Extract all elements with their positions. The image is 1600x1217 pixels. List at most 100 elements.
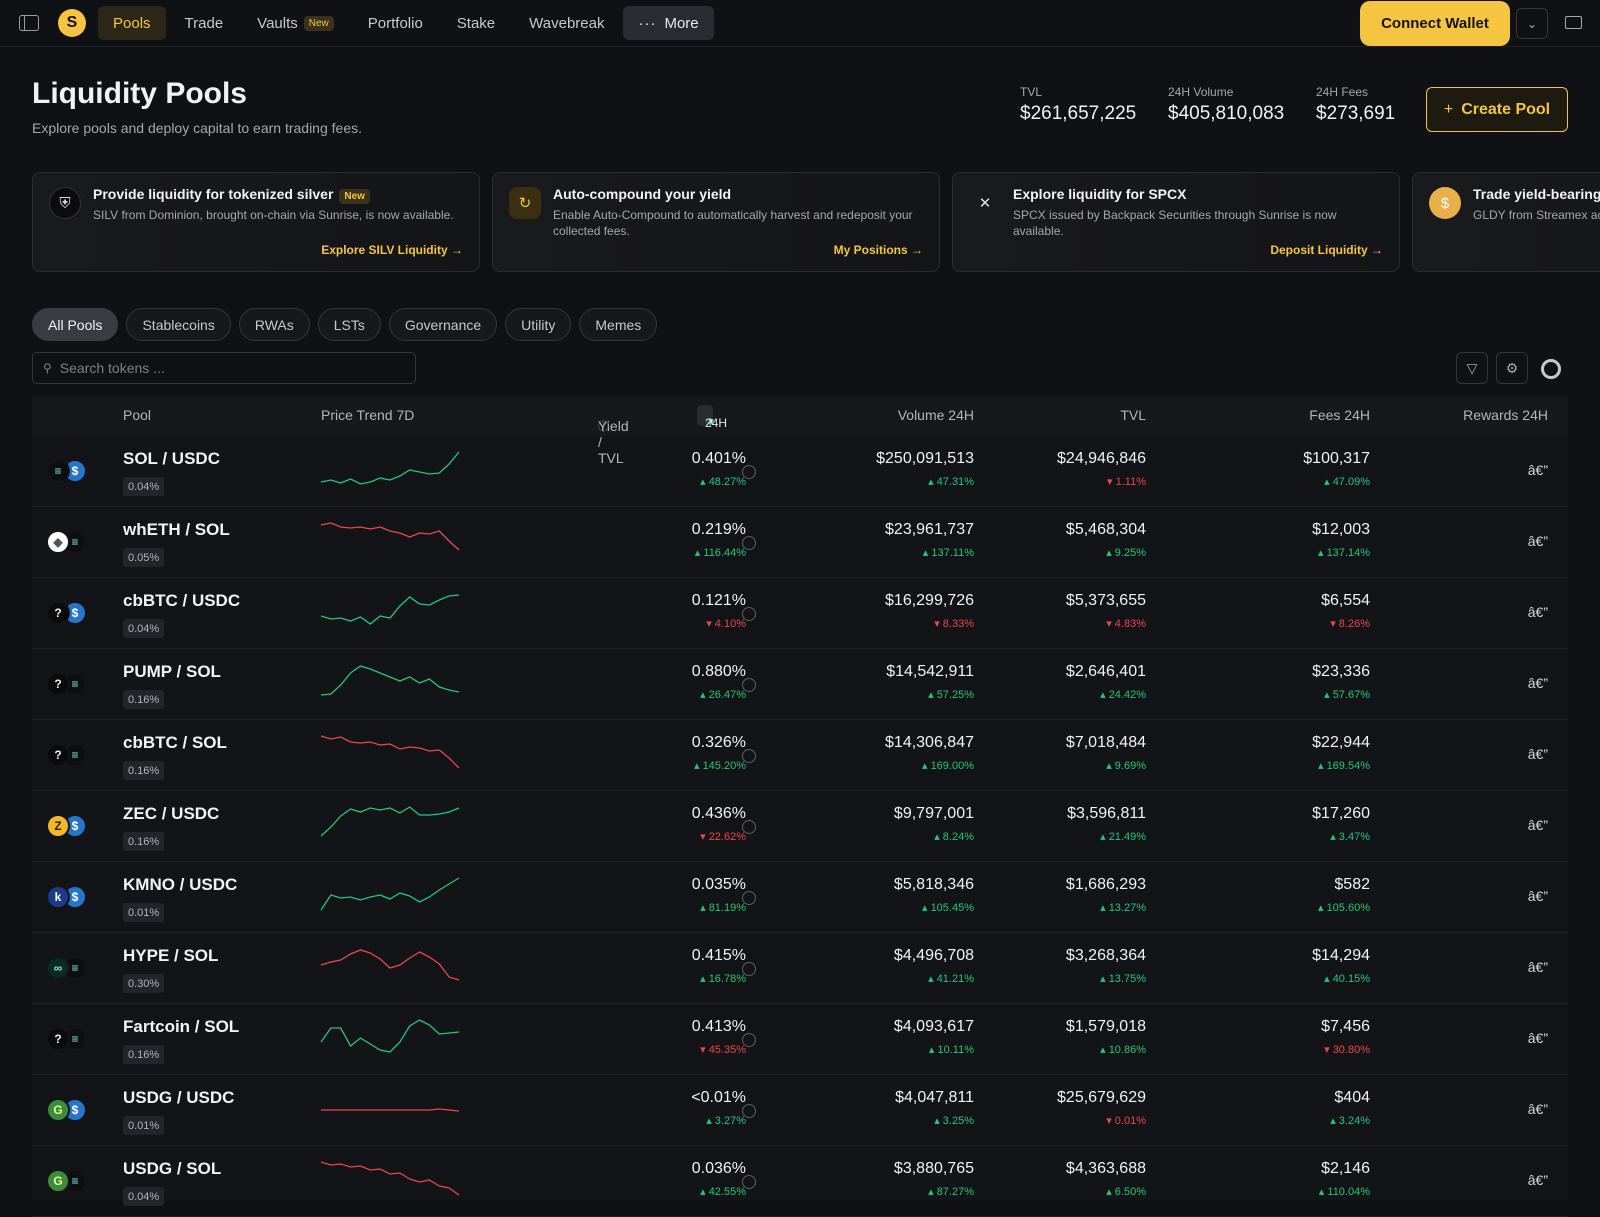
- promo-link[interactable]: My Positions →: [834, 243, 923, 257]
- pool-pair[interactable]: KMNO / USDC: [123, 875, 237, 895]
- volume-value: $4,093,617: [894, 1018, 974, 1036]
- filter-icon[interactable]: ▽: [1456, 352, 1488, 384]
- fees-value: $7,456: [1321, 1018, 1370, 1036]
- pool-pair[interactable]: whETH / SOL: [123, 520, 230, 540]
- search-input[interactable]: [60, 360, 360, 376]
- token-usdg-icon: G: [46, 1169, 70, 1193]
- create-pool-button[interactable]: +Create Pool: [1426, 87, 1568, 132]
- table-row[interactable]: Z$ZEC / USDC0.16%0.436%▾ 22.62%$9,797,00…: [32, 791, 1568, 862]
- volume-change: ▴ 41.21%: [928, 972, 974, 985]
- table-row[interactable]: ?≡Fartcoin / SOL0.16%0.413%▾ 45.35%$4,09…: [32, 1004, 1568, 1075]
- promo-link-label: My Positions: [834, 243, 908, 257]
- arrow-up-icon: ▴: [1106, 547, 1112, 559]
- col-rewards[interactable]: Rewards 24H: [1463, 407, 1548, 423]
- yield-info-circle-icon[interactable]: [742, 891, 756, 905]
- fees-value: $582: [1334, 876, 1370, 894]
- arrow-up-icon: ▴: [700, 973, 706, 985]
- nav-stake[interactable]: Stake: [442, 6, 510, 40]
- pool-pair[interactable]: Fartcoin / SOL: [123, 1017, 239, 1037]
- col-tvl[interactable]: TVL: [1120, 407, 1146, 423]
- promo-card-gldy[interactable]: $ Trade yield-bearing GLDY from Streamex…: [1412, 172, 1600, 272]
- filter-governance[interactable]: Governance: [389, 308, 497, 341]
- table-row[interactable]: ◆≡whETH / SOL0.05%0.219%▴ 116.44%$23,961…: [32, 507, 1568, 578]
- timeframe-select[interactable]: ⚘24H▾: [697, 405, 713, 426]
- table-row[interactable]: ?≡PUMP / SOL0.16%0.880%▴ 26.47%$14,542,9…: [32, 649, 1568, 720]
- yield-info-circle-icon[interactable]: [742, 1033, 756, 1047]
- promo-link[interactable]: Explore SILV Liquidity →: [321, 243, 463, 257]
- pool-pair[interactable]: USDG / SOL: [123, 1159, 221, 1179]
- table-row[interactable]: k$KMNO / USDC0.01%0.035%▴ 81.19%$5,818,3…: [32, 862, 1568, 933]
- pool-pair[interactable]: USDG / USDC: [123, 1088, 234, 1108]
- nav-vaults[interactable]: VaultsNew: [242, 6, 349, 40]
- promo-title: Explore liquidity for SPCX: [1013, 186, 1186, 202]
- col-fees[interactable]: Fees 24H: [1309, 407, 1370, 423]
- nav-portfolio[interactable]: Portfolio: [353, 6, 438, 40]
- nav-pools[interactable]: Pools: [98, 6, 166, 40]
- table-row[interactable]: ?$cbBTC / USDC0.04%0.121%▾ 4.10%$16,299,…: [32, 578, 1568, 649]
- app-logo[interactable]: S: [58, 9, 86, 37]
- top-nav: S Pools Trade VaultsNew Portfolio Stake …: [0, 0, 1600, 47]
- table-row[interactable]: ∞≡HYPE / SOL0.30%0.415%▴ 16.78%$4,496,70…: [32, 933, 1568, 1004]
- promo-card-silv[interactable]: ⛨ Provide liquidity for tokenized silver…: [32, 172, 480, 272]
- filter-rwas[interactable]: RWAs: [239, 308, 310, 341]
- sidebar-toggle-icon[interactable]: [19, 15, 39, 31]
- yield-change: ▴ 116.44%: [695, 546, 746, 559]
- mail-icon[interactable]: [1565, 16, 1582, 29]
- yield-info-circle-icon[interactable]: [742, 465, 756, 479]
- arrow-up-icon: ▴: [928, 1186, 934, 1198]
- nav-more-button[interactable]: ···More: [623, 6, 713, 40]
- filter-memes[interactable]: Memes: [579, 308, 657, 341]
- stat-label: 24H Fees: [1316, 85, 1395, 99]
- yield-info-circle-icon[interactable]: [742, 1175, 756, 1189]
- promo-link[interactable]: Deposit Liquidity →: [1270, 243, 1383, 257]
- table-row[interactable]: G$USDG / USDC0.01%<0.01%▴ 3.27%$4,047,81…: [32, 1075, 1568, 1146]
- yield-info-circle-icon[interactable]: [742, 678, 756, 692]
- filter-all-pools[interactable]: All Pools: [32, 308, 118, 341]
- arrow-down-icon: ▾: [1107, 476, 1113, 488]
- filter-lsts[interactable]: LSTs: [318, 308, 381, 341]
- fees-value: $17,260: [1312, 805, 1370, 823]
- filter-utility[interactable]: Utility: [505, 308, 571, 341]
- yield-info-circle-icon[interactable]: [742, 536, 756, 550]
- yield-info-circle-icon[interactable]: [742, 1104, 756, 1118]
- chevron-down-icon[interactable]: ⌄: [1516, 8, 1548, 39]
- promo-card-spcx[interactable]: ✕ Explore liquidity for SPCX SPCX issued…: [952, 172, 1400, 272]
- change-value: 8.24%: [943, 831, 974, 843]
- promo-title: Auto-compound your yield: [553, 186, 731, 202]
- promo-desc: SILV from Dominion, brought on-chain via…: [93, 207, 463, 223]
- change-value: 30.80%: [1333, 1044, 1370, 1056]
- yield-info-circle-icon[interactable]: [742, 607, 756, 621]
- yield-info-circle-icon[interactable]: [742, 820, 756, 834]
- rewards-value: â€”: [1528, 604, 1548, 620]
- pool-pair[interactable]: SOL / USDC: [123, 449, 220, 469]
- yield-info-circle-icon[interactable]: [742, 962, 756, 976]
- rewards-value: â€”: [1528, 675, 1548, 691]
- arrow-down-icon: ▾: [706, 618, 712, 630]
- price-trend-sparkline: [320, 1154, 460, 1200]
- info-icon[interactable]: ⓘ: [598, 418, 609, 434]
- pool-pair[interactable]: PUMP / SOL: [123, 662, 221, 682]
- col-pool[interactable]: Pool: [123, 407, 151, 423]
- change-value: 24.42%: [1109, 689, 1146, 701]
- gear-icon[interactable]: ⚙: [1496, 352, 1528, 384]
- col-volume[interactable]: Volume 24H: [898, 407, 974, 423]
- pool-pair[interactable]: HYPE / SOL: [123, 946, 218, 966]
- pool-pair[interactable]: cbBTC / USDC: [123, 591, 240, 611]
- promo-card-autocompound[interactable]: ↻ Auto-compound your yield Enable Auto-C…: [492, 172, 940, 272]
- table-row[interactable]: G≡USDG / SOL0.04%0.036%▴ 42.55%$3,880,76…: [32, 1146, 1568, 1217]
- yield-info-circle-icon[interactable]: [742, 749, 756, 763]
- nav-wavebreak[interactable]: Wavebreak: [514, 6, 619, 40]
- arrow-up-icon: ▴: [922, 902, 928, 914]
- tvl-value: $2,646,401: [1066, 663, 1146, 681]
- token-eth-icon: ◆: [46, 530, 70, 554]
- tvl-value: $3,268,364: [1066, 947, 1146, 965]
- token-usdg-icon: G: [46, 1098, 70, 1122]
- table-row[interactable]: ≡$SOL / USDC0.04%0.401%▴ 48.27%$250,091,…: [32, 436, 1568, 507]
- nav-trade[interactable]: Trade: [170, 6, 239, 40]
- pool-pair[interactable]: cbBTC / SOL: [123, 733, 227, 753]
- filter-stablecoins[interactable]: Stablecoins: [126, 308, 230, 341]
- fees-change: ▴ 40.15%: [1324, 972, 1370, 985]
- table-row[interactable]: ?≡cbBTC / SOL0.16%0.326%▴ 145.20%$14,306…: [32, 720, 1568, 791]
- connect-wallet-button[interactable]: Connect Wallet: [1360, 1, 1510, 46]
- pool-pair[interactable]: ZEC / USDC: [123, 804, 219, 824]
